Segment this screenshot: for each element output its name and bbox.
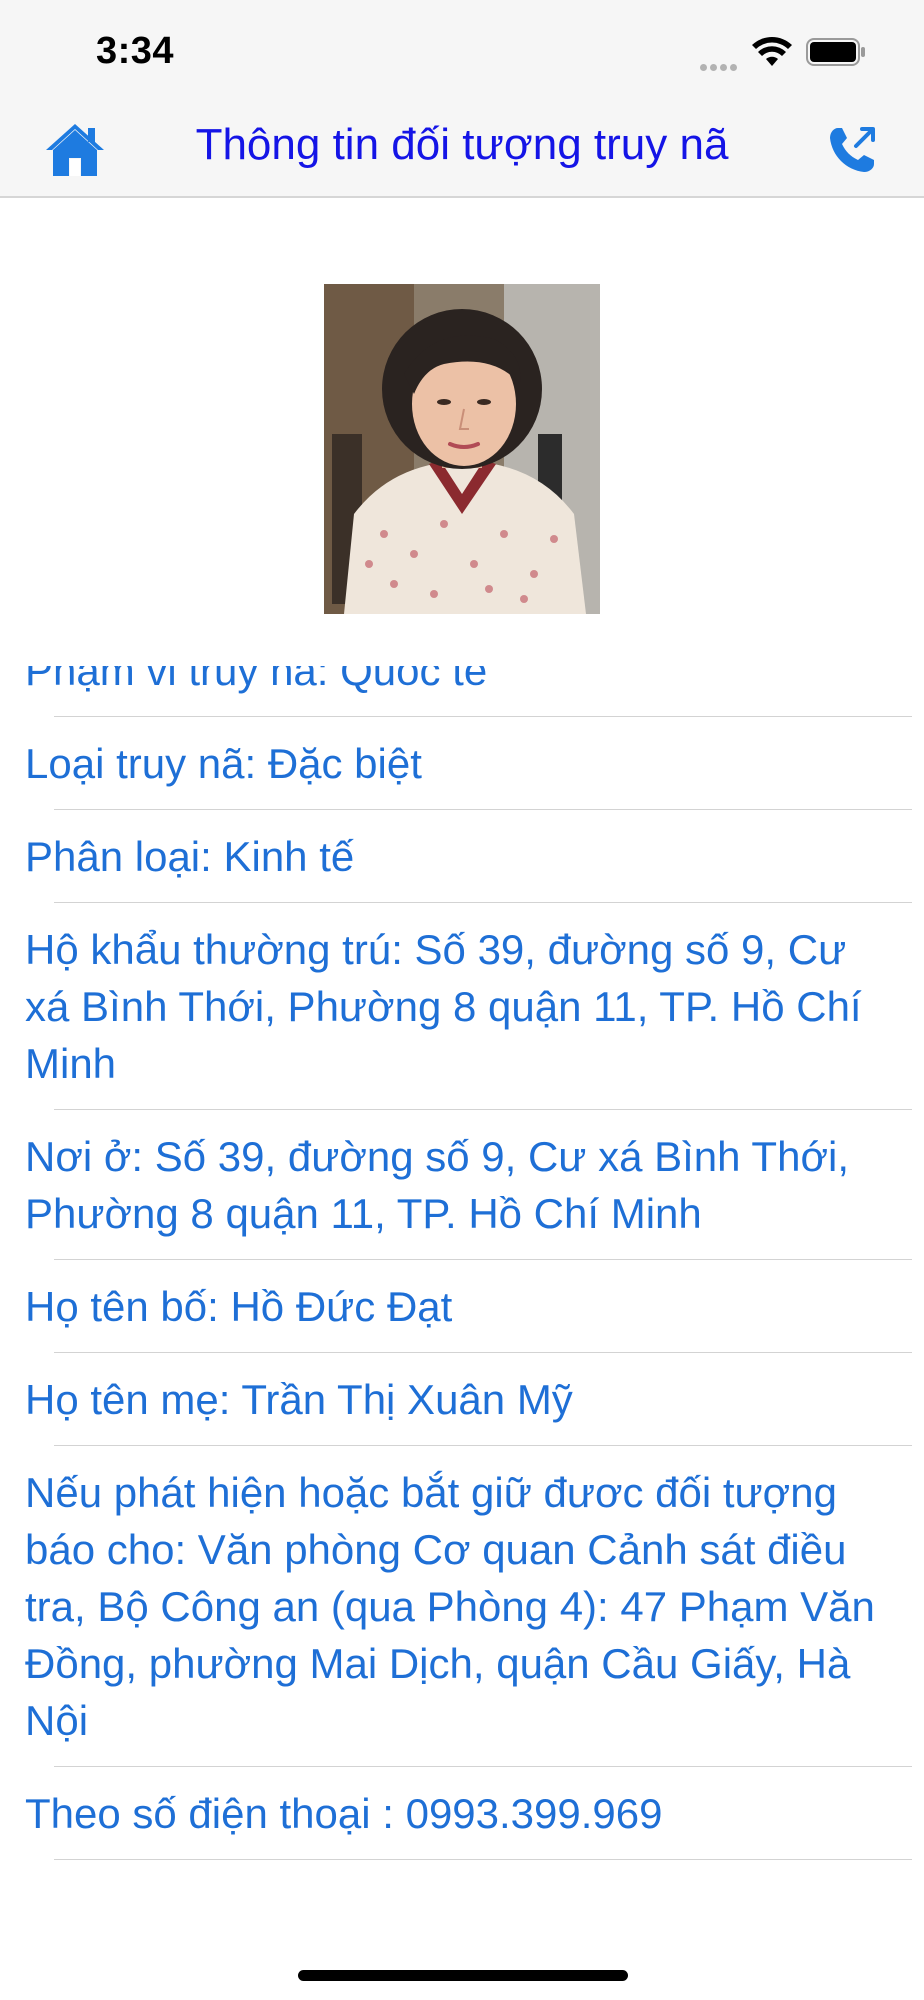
status-bar: 3:34: [0, 0, 924, 100]
info-list-content: Phạm vi truy nã: Quốc tế Loại truy nã: Đ…: [0, 666, 924, 1860]
list-item-wanted-scope: Phạm vi truy nã: Quốc tế: [0, 666, 924, 717]
portrait-image: [324, 284, 600, 614]
info-list[interactable]: Phạm vi truy nã: Quốc tế Loại truy nã: Đ…: [0, 666, 924, 1940]
home-indicator[interactable]: [298, 1970, 628, 1981]
cellular-signal-icon: [700, 58, 742, 71]
list-item-category: Phân loại: Kinh tế: [0, 810, 924, 903]
list-item-phone-number[interactable]: Theo số điện thoại : 0993.399.969: [0, 1767, 924, 1860]
status-time: 3:34: [96, 30, 175, 72]
list-item-mother-name: Họ tên mẹ: Trần Thị Xuân Mỹ: [0, 1353, 924, 1446]
list-item-permanent-residence: Hộ khẩu thường trú: Số 39, đường số 9, C…: [0, 903, 924, 1110]
list-item-father-name: Họ tên bố: Hồ Đức Đạt: [0, 1260, 924, 1353]
house-icon[interactable]: [44, 120, 106, 178]
phone-outgoing-icon[interactable]: [826, 122, 880, 176]
app-screen: 3:34 Thông tin đối tượng truy nã Phạm vi…: [0, 0, 924, 2000]
list-item-current-residence: Nơi ở: Số 39, đường số 9, Cư xá Bình Thớ…: [0, 1110, 924, 1260]
battery-icon: [806, 38, 865, 66]
list-item-report-instructions: Nếu phát hiện hoặc bắt giữ đươc đối tượn…: [0, 1446, 924, 1767]
wanted-person-photo: [324, 284, 600, 614]
list-item-wanted-type: Loại truy nã: Đặc biệt: [0, 717, 924, 810]
wifi-icon: [752, 37, 792, 66]
page-title: Thông tin đối tượng truy nã: [195, 120, 729, 169]
navigation-bar: Thông tin đối tượng truy nã: [0, 100, 924, 198]
